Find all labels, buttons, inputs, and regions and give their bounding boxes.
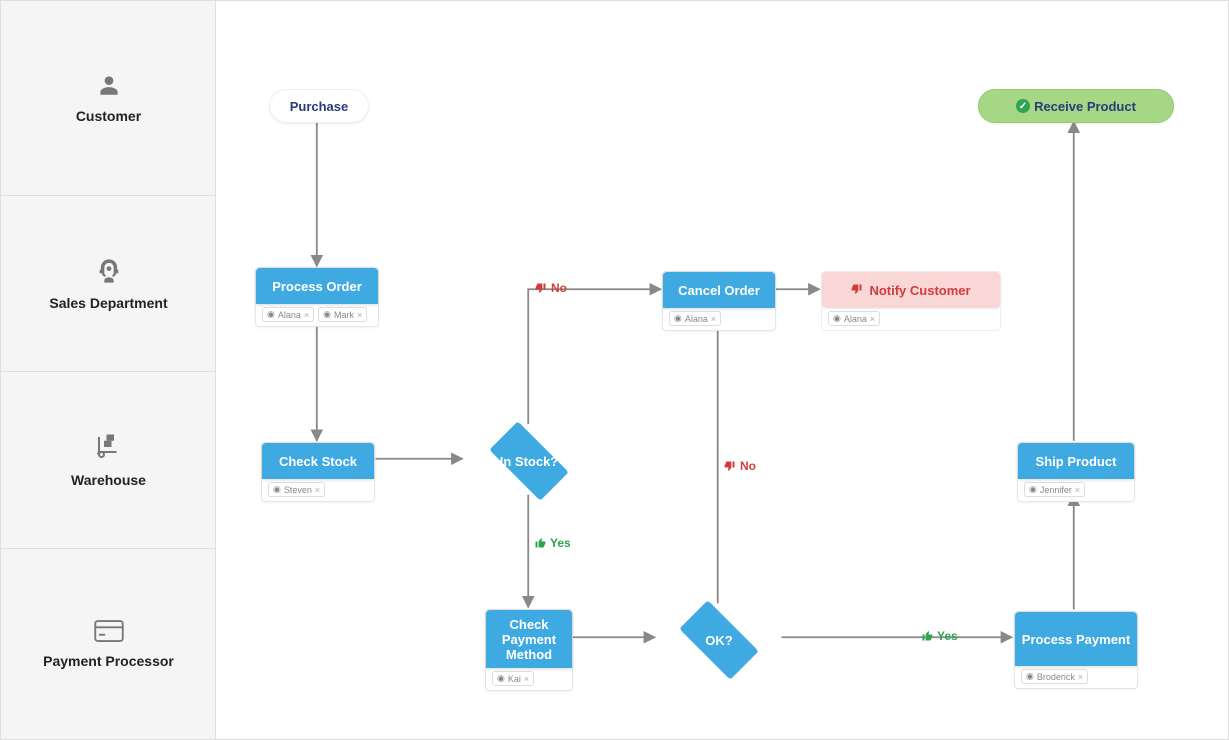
node-label: Purchase xyxy=(290,99,349,114)
thumbs-up-icon xyxy=(921,630,933,642)
tag[interactable]: ◉Alana× xyxy=(828,311,880,326)
remove-icon[interactable]: × xyxy=(357,310,362,320)
edge-label-instock-no: No xyxy=(535,281,567,295)
node-label: Receive Product xyxy=(1034,99,1136,114)
node-label: Check Payment Method xyxy=(492,617,566,662)
headset-person-icon xyxy=(95,257,123,289)
assignee-tags: ◉Jennifer× xyxy=(1024,482,1085,497)
node-purchase[interactable]: Purchase xyxy=(269,89,369,123)
remove-icon[interactable]: × xyxy=(1075,485,1080,495)
check-circle-icon: ✓ xyxy=(1016,99,1030,113)
node-label: OK? xyxy=(705,633,732,648)
tag[interactable]: ◉Alana× xyxy=(669,311,721,326)
node-label: Notify Customer xyxy=(869,283,970,298)
node-receive-product[interactable]: ✓ Receive Product xyxy=(978,89,1174,123)
lane-label-warehouse: Warehouse xyxy=(1,372,216,549)
credit-card-icon xyxy=(94,619,124,647)
person-icon: ◉ xyxy=(833,313,841,324)
edge-label-ok-no: No xyxy=(724,459,756,473)
node-notify-customer[interactable]: Notify Customer ◉Alana× xyxy=(821,271,1001,331)
tag[interactable]: ◉Steven× xyxy=(268,482,325,497)
node-ship-product[interactable]: Ship Product ◉Jennifer× xyxy=(1017,442,1135,502)
node-cancel-order[interactable]: Cancel Order ◉Alana× xyxy=(662,271,776,331)
person-icon: ◉ xyxy=(1029,484,1037,495)
remove-icon[interactable]: × xyxy=(1078,672,1083,682)
node-check-stock[interactable]: Check Stock ◉Steven× xyxy=(261,442,375,502)
tag[interactable]: ◉Jennifer× xyxy=(1024,482,1085,497)
edge-label-instock-yes: Yes xyxy=(534,536,571,550)
remove-icon[interactable]: × xyxy=(315,485,320,495)
person-icon: ◉ xyxy=(1026,671,1034,682)
thumbs-up-icon xyxy=(534,537,546,549)
person-icon: ◉ xyxy=(267,309,275,320)
assignee-tags: ◉Kai× xyxy=(492,671,534,686)
assignee-tags: ◉Broderick× xyxy=(1021,669,1088,684)
lane-label-customer: Customer xyxy=(1,1,216,196)
hand-truck-icon xyxy=(94,432,124,466)
person-icon: ◉ xyxy=(323,309,331,320)
tag[interactable]: ◉Broderick× xyxy=(1021,669,1088,684)
lane-label-text: Warehouse xyxy=(71,472,146,489)
node-check-payment[interactable]: Check Payment Method ◉Kai× xyxy=(485,609,573,691)
assignee-tags: ◉Alana× xyxy=(828,311,880,326)
node-label: Process Order xyxy=(272,279,362,294)
node-label: In Stock? xyxy=(500,454,559,469)
thumbs-down-icon xyxy=(851,283,863,298)
tag[interactable]: ◉Mark× xyxy=(318,307,367,322)
remove-icon[interactable]: × xyxy=(870,314,875,324)
node-label: Process Payment xyxy=(1022,632,1130,647)
person-icon xyxy=(96,72,122,102)
person-icon: ◉ xyxy=(273,484,281,495)
tag[interactable]: ◉Kai× xyxy=(492,671,534,686)
assignee-tags: ◉Alana× xyxy=(669,311,721,326)
node-process-order[interactable]: Process Order ◉Alana× ◉Mark× xyxy=(255,267,379,327)
tag[interactable]: ◉Alana× xyxy=(262,307,314,322)
remove-icon[interactable]: × xyxy=(304,310,309,320)
thumbs-down-icon xyxy=(724,460,736,472)
node-label: Ship Product xyxy=(1036,454,1117,469)
edge-label-ok-yes: Yes xyxy=(921,629,958,643)
node-ok-decision[interactable]: OK? xyxy=(655,604,783,676)
node-in-stock-decision[interactable]: In Stock? xyxy=(465,425,593,497)
person-icon: ◉ xyxy=(674,313,682,324)
thumbs-down-icon xyxy=(535,282,547,294)
node-label: Cancel Order xyxy=(678,283,760,298)
node-label: Check Stock xyxy=(279,454,357,469)
person-icon: ◉ xyxy=(497,673,505,684)
remove-icon[interactable]: × xyxy=(711,314,716,324)
lane-label-sales: Sales Department xyxy=(1,196,216,372)
assignee-tags: ◉Steven× xyxy=(268,482,325,497)
remove-icon[interactable]: × xyxy=(524,674,529,684)
assignee-tags: ◉Alana× ◉Mark× xyxy=(262,307,367,322)
lane-label-text: Sales Department xyxy=(49,295,167,312)
lane-label-text: Customer xyxy=(76,108,141,125)
diagram-canvas: Customer Sales Department Warehouse Paym… xyxy=(0,0,1229,740)
node-process-payment[interactable]: Process Payment ◉Broderick× xyxy=(1014,611,1138,689)
lane-label-text: Payment Processor xyxy=(43,653,174,670)
lane-label-payment: Payment Processor xyxy=(1,549,216,739)
